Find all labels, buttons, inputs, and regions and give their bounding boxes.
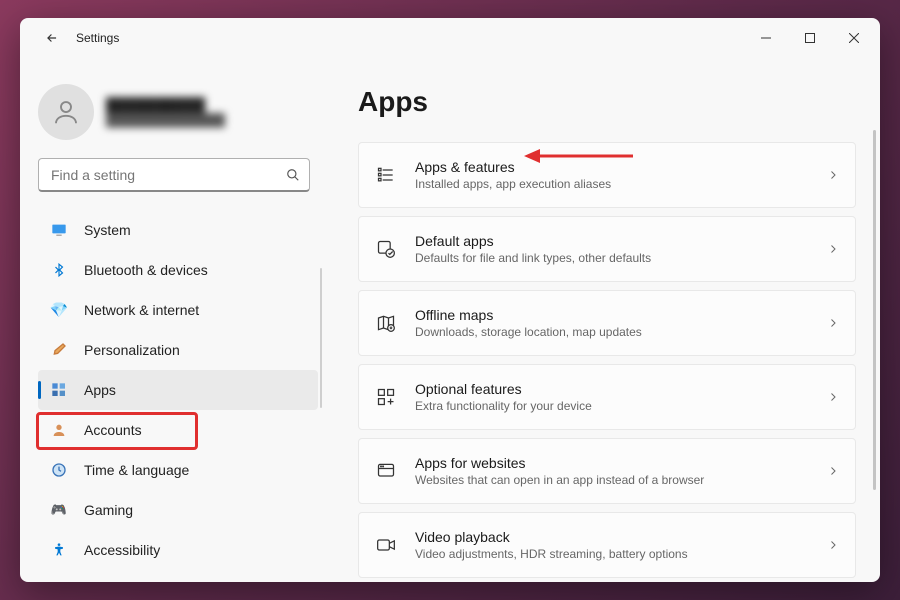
person-icon bbox=[50, 421, 68, 439]
sidebar-item-accessibility[interactable]: Accessibility bbox=[38, 530, 318, 570]
gamepad-icon: 🎮 bbox=[50, 501, 68, 519]
sidebar-item-label: Time & language bbox=[84, 462, 189, 478]
sidebar-item-time[interactable]: Time & language bbox=[38, 450, 318, 490]
bluetooth-icon bbox=[50, 261, 68, 279]
card-optional-features[interactable]: Optional features Extra functionality fo… bbox=[358, 364, 856, 430]
card-video-playback[interactable]: Video playback Video adjustments, HDR st… bbox=[358, 512, 856, 578]
apps-icon bbox=[50, 381, 68, 399]
sidebar-item-apps[interactable]: Apps bbox=[38, 370, 318, 410]
card-title: Apps for websites bbox=[415, 455, 809, 471]
user-email: ██████████████ bbox=[106, 113, 225, 127]
user-info: ██████████ ██████████████ bbox=[106, 97, 225, 127]
sidebar-item-label: Apps bbox=[84, 382, 116, 398]
add-feature-icon bbox=[375, 386, 397, 408]
card-offline-maps[interactable]: Offline maps Downloads, storage location… bbox=[358, 290, 856, 356]
sidebar-item-label: Personalization bbox=[84, 342, 180, 358]
website-app-icon bbox=[375, 460, 397, 482]
sidebar: ██████████ ██████████████ System bbox=[20, 58, 330, 582]
avatar bbox=[38, 84, 94, 140]
card-subtitle: Websites that can open in an app instead… bbox=[415, 473, 809, 487]
card-text: Optional features Extra functionality fo… bbox=[415, 381, 809, 413]
card-text: Apps for websites Websites that can open… bbox=[415, 455, 809, 487]
wifi-icon: 💎 bbox=[50, 301, 68, 319]
monitor-icon bbox=[50, 221, 68, 239]
card-subtitle: Video adjustments, HDR streaming, batter… bbox=[415, 547, 809, 561]
accessibility-icon bbox=[50, 541, 68, 559]
card-text: Apps & features Installed apps, app exec… bbox=[415, 159, 809, 191]
chevron-right-icon bbox=[827, 465, 839, 477]
card-apps-for-websites[interactable]: Apps for websites Websites that can open… bbox=[358, 438, 856, 504]
window-controls bbox=[744, 23, 876, 53]
sidebar-item-network[interactable]: 💎 Network & internet bbox=[38, 290, 318, 330]
window-title: Settings bbox=[76, 31, 744, 45]
search-wrap bbox=[38, 158, 310, 192]
sidebar-item-system[interactable]: System bbox=[38, 210, 318, 250]
user-row[interactable]: ██████████ ██████████████ bbox=[38, 84, 322, 140]
card-title: Offline maps bbox=[415, 307, 809, 323]
card-apps-features[interactable]: Apps & features Installed apps, app exec… bbox=[358, 142, 856, 208]
list-icon bbox=[375, 164, 397, 186]
map-icon bbox=[375, 312, 397, 334]
brush-icon bbox=[50, 341, 68, 359]
sidebar-item-gaming[interactable]: 🎮 Gaming bbox=[38, 490, 318, 530]
card-text: Default apps Defaults for file and link … bbox=[415, 233, 809, 265]
window-body: ██████████ ██████████████ System bbox=[20, 58, 880, 582]
back-button[interactable] bbox=[36, 22, 68, 54]
settings-window: Settings ██████████ ██████████████ bbox=[20, 18, 880, 582]
sidebar-scrollbar[interactable] bbox=[320, 268, 322, 408]
chevron-right-icon bbox=[827, 169, 839, 181]
card-title: Video playback bbox=[415, 529, 809, 545]
main-content: Apps Apps & features Installed apps, app… bbox=[330, 58, 880, 582]
card-subtitle: Downloads, storage location, map updates bbox=[415, 325, 809, 339]
sidebar-item-label: Network & internet bbox=[84, 302, 199, 318]
search-input[interactable] bbox=[38, 158, 310, 192]
chevron-right-icon bbox=[827, 317, 839, 329]
card-subtitle: Installed apps, app execution aliases bbox=[415, 177, 809, 191]
sidebar-item-label: Bluetooth & devices bbox=[84, 262, 208, 278]
card-text: Offline maps Downloads, storage location… bbox=[415, 307, 809, 339]
close-button[interactable] bbox=[832, 23, 876, 53]
sidebar-item-label: Accessibility bbox=[84, 542, 160, 558]
chevron-right-icon bbox=[827, 391, 839, 403]
nav-list: System Bluetooth & devices 💎 Network & i… bbox=[38, 210, 322, 570]
chevron-right-icon bbox=[827, 539, 839, 551]
chevron-right-icon bbox=[827, 243, 839, 255]
card-default-apps[interactable]: Default apps Defaults for file and link … bbox=[358, 216, 856, 282]
card-title: Optional features bbox=[415, 381, 809, 397]
card-subtitle: Defaults for file and link types, other … bbox=[415, 251, 809, 265]
sidebar-item-bluetooth[interactable]: Bluetooth & devices bbox=[38, 250, 318, 290]
maximize-button[interactable] bbox=[788, 23, 832, 53]
default-app-icon bbox=[375, 238, 397, 260]
sidebar-item-accounts[interactable]: Accounts bbox=[38, 410, 318, 450]
card-subtitle: Extra functionality for your device bbox=[415, 399, 809, 413]
content-scrollbar[interactable] bbox=[873, 130, 876, 490]
user-name: ██████████ bbox=[106, 97, 225, 113]
sidebar-item-label: Gaming bbox=[84, 502, 133, 518]
sidebar-item-personalization[interactable]: Personalization bbox=[38, 330, 318, 370]
cards-list: Apps & features Installed apps, app exec… bbox=[358, 142, 856, 582]
titlebar: Settings bbox=[20, 18, 880, 58]
card-title: Apps & features bbox=[415, 159, 809, 175]
sidebar-item-label: System bbox=[84, 222, 131, 238]
page-title: Apps bbox=[358, 86, 856, 118]
video-icon bbox=[375, 534, 397, 556]
search-icon bbox=[286, 168, 300, 182]
minimize-button[interactable] bbox=[744, 23, 788, 53]
clock-globe-icon bbox=[50, 461, 68, 479]
sidebar-item-label: Accounts bbox=[84, 422, 142, 438]
card-text: Video playback Video adjustments, HDR st… bbox=[415, 529, 809, 561]
card-title: Default apps bbox=[415, 233, 809, 249]
